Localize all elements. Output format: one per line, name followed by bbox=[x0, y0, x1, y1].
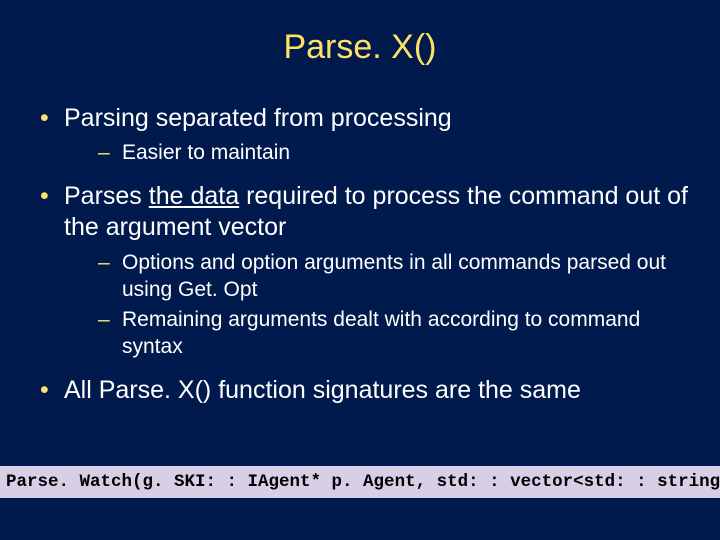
sub-item: Easier to maintain bbox=[64, 140, 690, 167]
bullet-text: All Parse. X() function signatures are t… bbox=[64, 376, 581, 404]
slide-title: Parse. X() bbox=[30, 28, 690, 67]
sub-list: Easier to maintain bbox=[64, 140, 690, 167]
sub-item: Options and option arguments in all comm… bbox=[64, 250, 690, 304]
bullet-list: Parsing separated from processing Easier… bbox=[30, 103, 690, 406]
bullet-item: Parsing separated from processing Easier… bbox=[30, 103, 690, 167]
sub-item: Remaining arguments dealt with according… bbox=[64, 307, 690, 361]
bullet-text-underlined: the data bbox=[149, 182, 239, 210]
slide: Parse. X() Parsing separated from proces… bbox=[0, 0, 720, 540]
code-signature: Parse. Watch(g. SKI: : IAgent* p. Agent,… bbox=[0, 466, 720, 498]
bullet-text-prefix: Parses bbox=[64, 182, 149, 210]
sub-list: Options and option arguments in all comm… bbox=[64, 250, 690, 362]
bullet-item: Parses the data required to process the … bbox=[30, 181, 690, 361]
bullet-text: Parsing separated from processing bbox=[64, 104, 452, 132]
bullet-item: All Parse. X() function signatures are t… bbox=[30, 375, 690, 406]
